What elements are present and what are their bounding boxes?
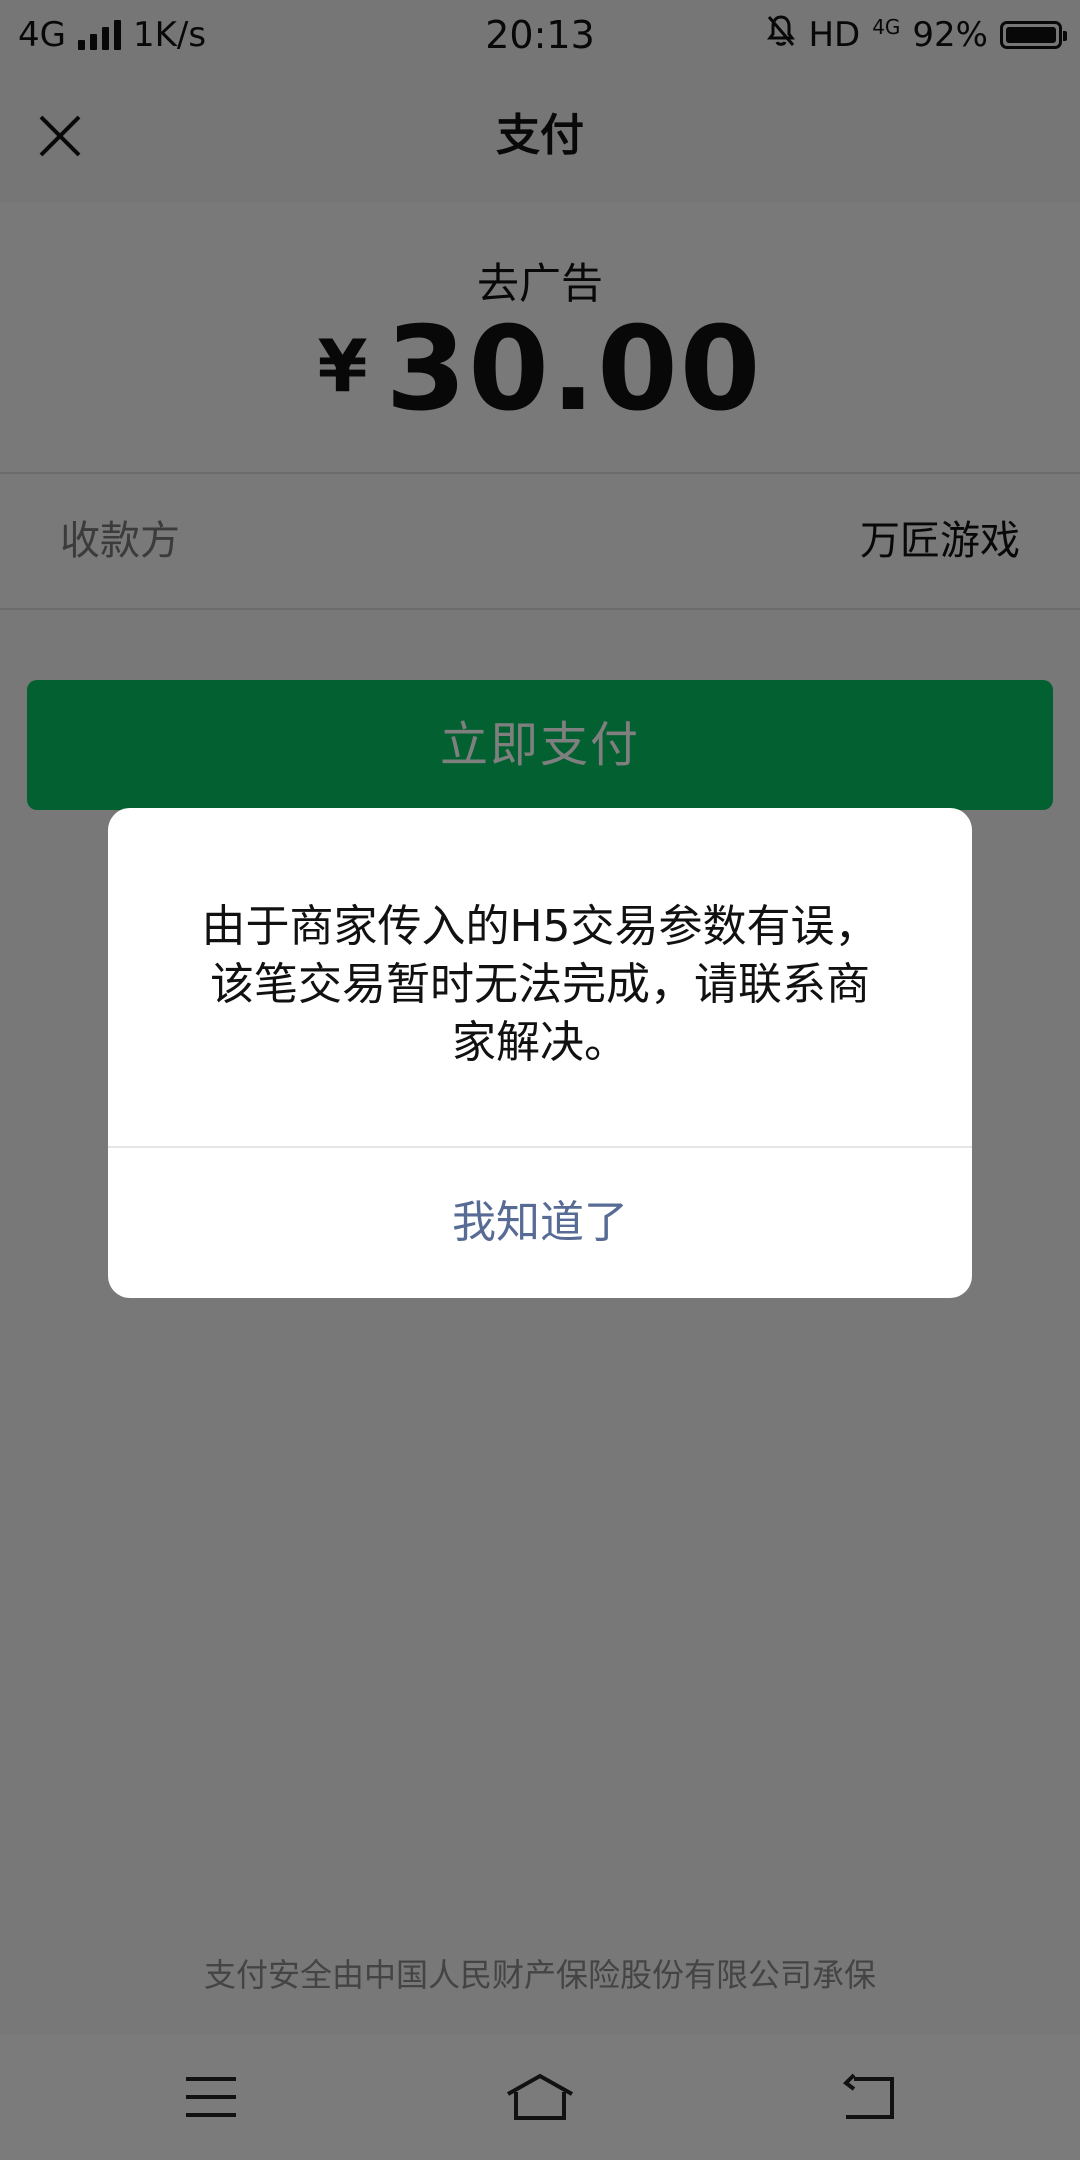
- dialog-message-line: 由于商家传入的H5交易参数有误，: [201, 901, 879, 952]
- dialog-message-line: 该笔交易暂时无法完成，请联系商: [210, 959, 870, 1010]
- error-dialog: 由于商家传入的H5交易参数有误， 该笔交易暂时无法完成，请联系商 家解决。 我知…: [108, 808, 972, 1298]
- dialog-message: 由于商家传入的H5交易参数有误， 该笔交易暂时无法完成，请联系商 家解决。: [168, 898, 912, 1072]
- dialog-confirm-button[interactable]: 我知道了: [108, 1148, 972, 1298]
- dialog-message-line: 家解决。: [452, 1017, 628, 1068]
